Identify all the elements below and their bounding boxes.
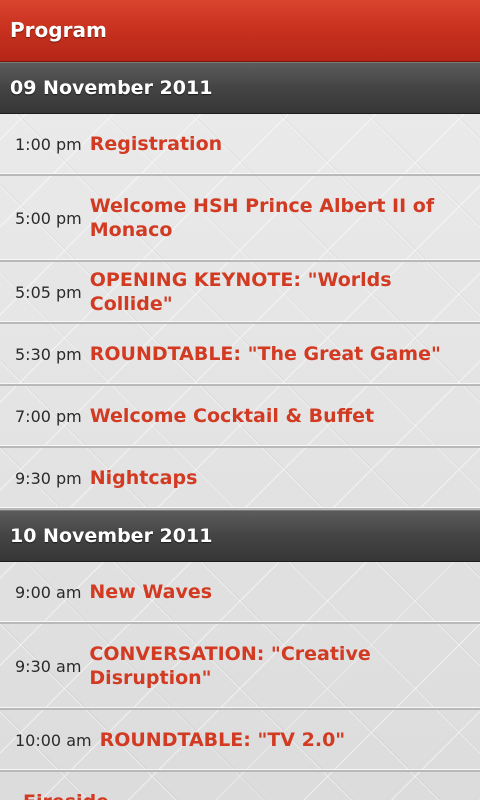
session-row[interactable]: 5:30 pm ROUNDTABLE: "The Great Game" xyxy=(0,324,480,386)
session-time: 5:05 pm xyxy=(15,282,82,302)
session-row[interactable]: 5:00 pm Welcome HSH Prince Albert II of … xyxy=(0,176,480,262)
session-title[interactable]: ROUNDTABLE: "TV 2.0" xyxy=(100,728,480,752)
session-row[interactable]: 9:00 am New Waves xyxy=(0,562,480,624)
session-title[interactable]: CONVERSATION: "Creative Disruption" xyxy=(89,642,480,690)
session-row[interactable]: 7:00 pm Welcome Cocktail & Buffet xyxy=(0,386,480,448)
session-title[interactable]: Welcome HSH Prince Albert II of Monaco xyxy=(90,194,480,242)
session-row[interactable]: 9:30 am CONVERSATION: "Creative Disrupti… xyxy=(0,624,480,710)
session-time: 9:30 pm xyxy=(15,468,82,488)
screen-title: Program xyxy=(10,18,107,42)
day-header: 10 November 2011 xyxy=(0,510,480,562)
session-time: 7:00 pm xyxy=(15,406,82,426)
day-date: 10 November 2011 xyxy=(10,525,213,547)
day-date: 09 November 2011 xyxy=(10,77,213,99)
day-header: 09 November 2011 xyxy=(0,62,480,114)
session-title[interactable]: Fireside xyxy=(23,790,480,800)
session-title[interactable]: Welcome Cocktail & Buffet xyxy=(90,404,480,428)
session-title[interactable]: Nightcaps xyxy=(90,466,480,490)
session-time: 10:00 am xyxy=(15,730,92,750)
session-time: 1:00 pm xyxy=(15,134,82,154)
session-title[interactable]: New Waves xyxy=(89,580,480,604)
session-title[interactable]: OPENING KEYNOTE: "Worlds Collide" xyxy=(90,268,480,316)
session-title[interactable]: Registration xyxy=(90,132,480,156)
session-time: 5:30 pm xyxy=(15,344,82,364)
session-row[interactable]: 1:00 pm Registration xyxy=(0,114,480,176)
session-time: 9:00 am xyxy=(15,582,82,602)
title-bar: Program xyxy=(0,0,480,62)
app-screen: Program 09 November 2011 1:00 pm Registr… xyxy=(0,0,480,800)
session-row[interactable]: 5:05 pm OPENING KEYNOTE: "Worlds Collide… xyxy=(0,262,480,324)
session-row[interactable]: Fireside xyxy=(0,772,480,800)
session-row[interactable]: 9:30 pm Nightcaps xyxy=(0,448,480,510)
session-time: 9:30 am xyxy=(15,656,82,676)
program-list[interactable]: 09 November 2011 1:00 pm Registration 5:… xyxy=(0,62,480,800)
session-title[interactable]: ROUNDTABLE: "The Great Game" xyxy=(90,342,480,366)
session-time: 5:00 pm xyxy=(15,208,82,228)
session-row[interactable]: 10:00 am ROUNDTABLE: "TV 2.0" xyxy=(0,710,480,772)
